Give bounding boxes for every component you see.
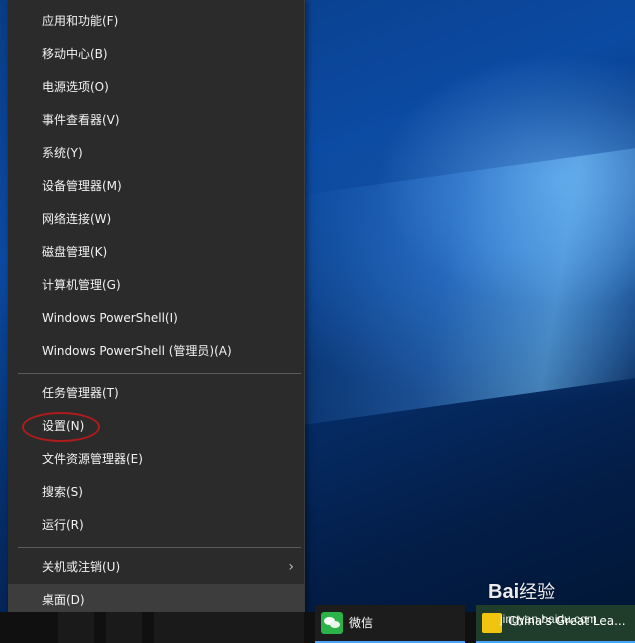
menu-item-file-explorer[interactable]: 文件资源管理器(E) bbox=[8, 443, 304, 476]
menu-item-shutdown-signout[interactable]: 关机或注销(U) › bbox=[8, 551, 304, 584]
chevron-right-icon: › bbox=[288, 559, 294, 575]
menu-item-network-connections[interactable]: 网络连接(W) bbox=[8, 203, 304, 236]
taskbar-app-icon[interactable] bbox=[58, 612, 94, 643]
taskbar-wechat-button[interactable]: 微信 bbox=[315, 605, 465, 643]
watermark-url: jingyan.baidu.com bbox=[500, 612, 597, 626]
menu-item-computer-management[interactable]: 计算机管理(G) bbox=[8, 269, 304, 302]
menu-item-powershell-admin[interactable]: Windows PowerShell (管理员)(A) bbox=[8, 335, 304, 368]
wallpaper-light-beam bbox=[300, 144, 635, 426]
menu-item-power-options[interactable]: 电源选项(O) bbox=[8, 71, 304, 104]
menu-item-event-viewer[interactable]: 事件查看器(V) bbox=[8, 104, 304, 137]
menu-item-task-manager[interactable]: 任务管理器(T) bbox=[8, 377, 304, 410]
menu-separator bbox=[18, 373, 301, 374]
wechat-label: 微信 bbox=[349, 616, 374, 630]
taskbar-app-icon[interactable] bbox=[106, 612, 142, 643]
watermark-brand: Bai bbox=[488, 581, 520, 603]
menu-item-mobility-center[interactable]: 移动中心(B) bbox=[8, 38, 304, 71]
menu-item-powershell[interactable]: Windows PowerShell(I) bbox=[8, 302, 304, 335]
baidu-watermark: Bai经验 bbox=[488, 578, 555, 604]
menu-separator bbox=[18, 547, 301, 548]
wechat-icon bbox=[321, 612, 343, 634]
start-button[interactable] bbox=[0, 612, 45, 643]
menu-item-run[interactable]: 运行(R) bbox=[8, 509, 304, 542]
menu-item-search[interactable]: 搜索(S) bbox=[8, 476, 304, 509]
winx-context-menu: 应用和功能(F) 移动中心(B) 电源选项(O) 事件查看器(V) 系统(Y) … bbox=[8, 0, 305, 627]
highlight-circle-annotation bbox=[22, 412, 100, 442]
menu-item-system[interactable]: 系统(Y) bbox=[8, 137, 304, 170]
menu-item-label: 关机或注销(U) bbox=[42, 560, 121, 574]
watermark-brand-rest: 经验 bbox=[519, 582, 556, 602]
media-app-icon bbox=[482, 613, 502, 633]
menu-item-apps-features[interactable]: 应用和功能(F) bbox=[8, 5, 304, 38]
menu-item-disk-management[interactable]: 磁盘管理(K) bbox=[8, 236, 304, 269]
taskbar-app-button[interactable] bbox=[154, 612, 304, 643]
menu-item-device-manager[interactable]: 设备管理器(M) bbox=[8, 170, 304, 203]
